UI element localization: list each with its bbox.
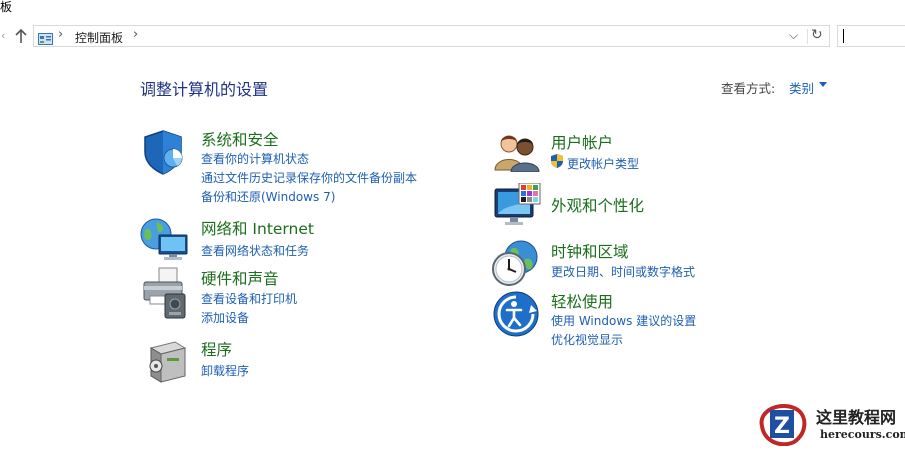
category-clock-region[interactable]: 时钟和区域 [551, 240, 629, 262]
address-bar[interactable]: › 控制面板 › ⌵ ↻ [33, 25, 830, 47]
back-button[interactable]: ‹ [1, 29, 5, 42]
category-hardware-sound[interactable]: 硬件和声音 [201, 267, 279, 289]
breadcrumb-separator[interactable]: › [133, 27, 138, 42]
control-panel-icon [38, 30, 53, 45]
link-uninstall-program[interactable]: 卸载程序 [201, 362, 249, 379]
text-caret [843, 29, 844, 43]
link-backup-restore[interactable]: 备份和还原(Windows 7) [201, 188, 335, 205]
category-user-accounts[interactable]: 用户帐户 [551, 131, 613, 153]
address-dropdown-icon[interactable]: ⌵ [789, 28, 798, 43]
address-divider [807, 29, 808, 44]
uac-shield-icon [550, 153, 564, 173]
link-recommended-settings[interactable]: 使用 Windows 建议的设置 [551, 312, 696, 329]
refresh-icon[interactable]: ↻ [811, 27, 823, 43]
link-file-history-backup[interactable]: 通过文件历史记录保存你的文件备份副本 [201, 169, 417, 186]
user-accounts-icon[interactable] [493, 132, 541, 176]
appearance-monitor-icon[interactable] [493, 182, 541, 235]
link-network-status[interactable]: 查看网络状态和任务 [201, 242, 309, 259]
up-arrow-icon[interactable] [13, 27, 29, 45]
window-title: 板 [0, 0, 13, 14]
breadcrumb-separator[interactable]: › [58, 27, 63, 42]
view-by-dropdown[interactable]: 类别 [789, 78, 814, 97]
ease-of-access-icon[interactable] [493, 291, 539, 341]
watermark-logo: Z [756, 402, 808, 447]
watermark-subtitle: herecours.com [820, 428, 905, 441]
link-devices-printers[interactable]: 查看设备和打印机 [201, 290, 297, 307]
link-add-device[interactable]: 添加设备 [201, 309, 249, 326]
link-change-date-time-format[interactable]: 更改日期、时间或数字格式 [551, 263, 695, 280]
printer-icon[interactable] [141, 266, 189, 324]
category-programs[interactable]: 程序 [201, 338, 232, 360]
category-network[interactable]: 网络和 Internet [201, 217, 314, 239]
link-view-computer-status[interactable]: 查看你的计算机状态 [201, 150, 309, 167]
clock-globe-icon[interactable] [491, 239, 541, 291]
shield-icon[interactable] [141, 128, 189, 180]
category-appearance[interactable]: 外观和个性化 [551, 194, 644, 216]
category-ease-of-access[interactable]: 轻松使用 [551, 290, 613, 312]
breadcrumb-control-panel[interactable]: 控制面板 [75, 29, 123, 46]
network-globe-icon[interactable] [139, 216, 189, 266]
link-optimize-visual-display[interactable]: 优化视觉显示 [551, 331, 623, 348]
search-input[interactable] [837, 25, 905, 47]
chevron-down-icon[interactable] [819, 82, 827, 87]
link-change-account-type[interactable]: 更改帐户类型 [567, 155, 639, 172]
view-by-label: 查看方式: [721, 81, 776, 96]
watermark-title: 这里教程网 [816, 408, 897, 427]
page-title: 调整计算机的设置 [140, 80, 269, 99]
programs-box-icon[interactable] [145, 338, 187, 388]
watermark-logo-letter: Z [774, 414, 790, 439]
category-system-security[interactable]: 系统和安全 [201, 128, 279, 150]
